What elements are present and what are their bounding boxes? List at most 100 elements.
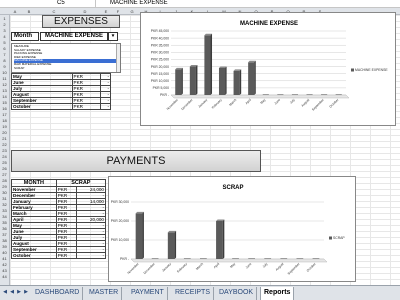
sheet-tab-reports[interactable]: Reports xyxy=(260,287,295,300)
name-box[interactable]: C5 xyxy=(0,0,96,7)
row-header[interactable]: 21 xyxy=(0,136,9,141)
bar[interactable] xyxy=(291,94,299,95)
sheet-tab-daybook[interactable]: DAYBOOK xyxy=(216,287,258,300)
column-header-c[interactable]: C xyxy=(38,9,70,14)
row-header[interactable]: 39 xyxy=(0,244,9,249)
row-header[interactable]: 1 xyxy=(0,16,9,21)
row-header[interactable]: 36 xyxy=(0,226,9,231)
row-header[interactable]: 4 xyxy=(0,34,9,39)
row-header[interactable]: 30 xyxy=(0,190,9,195)
row-header[interactable]: 35 xyxy=(0,220,9,225)
row-header[interactable]: 29 xyxy=(0,184,9,189)
bar[interactable] xyxy=(321,94,328,95)
month-cell[interactable]: October xyxy=(11,103,73,110)
column-header-a[interactable]: A xyxy=(10,9,20,14)
row-header[interactable]: 34 xyxy=(0,214,9,219)
next-sheet-icon[interactable]: ▶ xyxy=(16,289,22,297)
bar[interactable] xyxy=(296,258,304,259)
row-header[interactable]: 42 xyxy=(0,262,9,267)
row-header[interactable]: 6 xyxy=(0,46,9,51)
dropdown-option[interactable]: SCRAP xyxy=(14,66,118,71)
bar[interactable] xyxy=(199,258,207,259)
row-header[interactable]: 38 xyxy=(0,238,9,243)
category-select[interactable]: MACHINE EXPENSE xyxy=(40,32,108,41)
bar[interactable] xyxy=(262,94,269,95)
row-header[interactable]: 8 xyxy=(0,58,9,63)
sheet-tab-receipts[interactable]: RECEIPTS xyxy=(172,287,215,300)
row-header[interactable]: 16 xyxy=(0,106,9,111)
bar[interactable] xyxy=(189,66,196,95)
month-cell[interactable]: October xyxy=(11,252,57,259)
row-header[interactable]: 27 xyxy=(0,172,9,177)
machine-expense-chart[interactable]: MACHINE EXPENSE PKR - PKR 5,000 PKR 10,000 P… xyxy=(140,12,396,126)
bar[interactable] xyxy=(183,258,191,259)
bar[interactable] xyxy=(175,69,182,95)
column-header-f[interactable]: F xyxy=(112,9,124,14)
row-header[interactable]: 23 xyxy=(0,148,9,153)
row-header[interactable]: 32 xyxy=(0,202,9,207)
row-header[interactable]: 18 xyxy=(0,118,9,123)
row-header[interactable]: 44 xyxy=(0,274,9,279)
row-header[interactable]: 43 xyxy=(0,268,9,273)
bar[interactable] xyxy=(204,35,211,95)
sheet-tab-payment[interactable]: PAYMENT xyxy=(128,287,168,300)
row-header[interactable]: 2 xyxy=(0,22,9,27)
last-sheet-icon[interactable]: ▶ xyxy=(23,289,29,297)
row-header[interactable]: 7 xyxy=(0,52,9,57)
category-dropdown-list[interactable]: MEASURE SALARY EXPENSE PACKING EXPENSE DIEF… xyxy=(11,43,121,73)
row-header[interactable]: 31 xyxy=(0,196,9,201)
bar[interactable] xyxy=(135,213,143,259)
bar[interactable] xyxy=(264,258,272,259)
row-header[interactable]: 17 xyxy=(0,112,9,117)
row-header[interactable]: 25 xyxy=(0,160,9,165)
row-header[interactable]: 11 xyxy=(0,76,9,81)
row-header[interactable]: 14 xyxy=(0,94,9,99)
row-header[interactable]: 40 xyxy=(0,250,9,255)
row-header[interactable]: 15 xyxy=(0,100,9,105)
column-header-e[interactable]: E xyxy=(100,9,112,14)
bar[interactable] xyxy=(232,258,239,259)
bar[interactable] xyxy=(151,258,159,259)
bar[interactable] xyxy=(248,258,256,259)
row-header[interactable]: 12 xyxy=(0,82,9,87)
sheet-tab-master[interactable]: MASTER xyxy=(86,287,123,300)
column-header-b[interactable]: B xyxy=(20,9,38,14)
row-header[interactable]: 22 xyxy=(0,142,9,147)
row-header[interactable]: 5 xyxy=(0,40,9,45)
value-cell[interactable]: - xyxy=(99,103,112,110)
sheet-tab-dashboard[interactable]: DASHBOARD xyxy=(32,287,84,300)
bar[interactable] xyxy=(233,70,240,95)
bar[interactable] xyxy=(335,94,342,95)
row-header[interactable]: 3 xyxy=(0,28,9,33)
row-header[interactable]: 28 xyxy=(0,178,9,183)
currency-cell[interactable]: PKR xyxy=(71,103,101,110)
row-header[interactable]: 26 xyxy=(0,166,9,171)
bar[interactable] xyxy=(248,62,255,95)
row-header[interactable]: 19 xyxy=(0,124,9,129)
column-header-d[interactable]: D xyxy=(70,9,100,14)
formula-input[interactable]: MACHINE EXPENSE xyxy=(110,0,168,7)
currency-cell[interactable]: PKR xyxy=(55,252,78,259)
row-header[interactable]: 37 xyxy=(0,232,9,237)
bar[interactable] xyxy=(167,232,175,259)
row-header[interactable]: 9 xyxy=(0,64,9,69)
bar[interactable] xyxy=(280,258,288,259)
bar[interactable] xyxy=(216,221,223,259)
row-header[interactable]: 13 xyxy=(0,88,9,93)
row-header[interactable]: 20 xyxy=(0,130,9,135)
value-cell[interactable]: - xyxy=(76,252,106,259)
scrap-chart[interactable]: SCRAP PKR - PKR 10,000 PKR 20,000 PKR 30,000… xyxy=(108,176,356,282)
first-sheet-icon[interactable]: ◀ xyxy=(2,289,8,297)
row-header[interactable]: 41 xyxy=(0,256,9,261)
bar[interactable] xyxy=(312,258,320,259)
column-header-g[interactable]: G xyxy=(124,9,140,14)
row-header[interactable]: 24 xyxy=(0,154,9,159)
bar[interactable] xyxy=(306,94,313,95)
dropdown-scrollbar[interactable] xyxy=(116,44,120,72)
prev-sheet-icon[interactable]: ◀ xyxy=(9,289,15,297)
dropdown-arrow-icon[interactable]: ▾ xyxy=(108,32,118,41)
row-header[interactable]: 33 xyxy=(0,208,9,213)
bar[interactable] xyxy=(218,67,226,95)
bar[interactable] xyxy=(277,94,284,95)
row-header[interactable]: 10 xyxy=(0,70,9,75)
